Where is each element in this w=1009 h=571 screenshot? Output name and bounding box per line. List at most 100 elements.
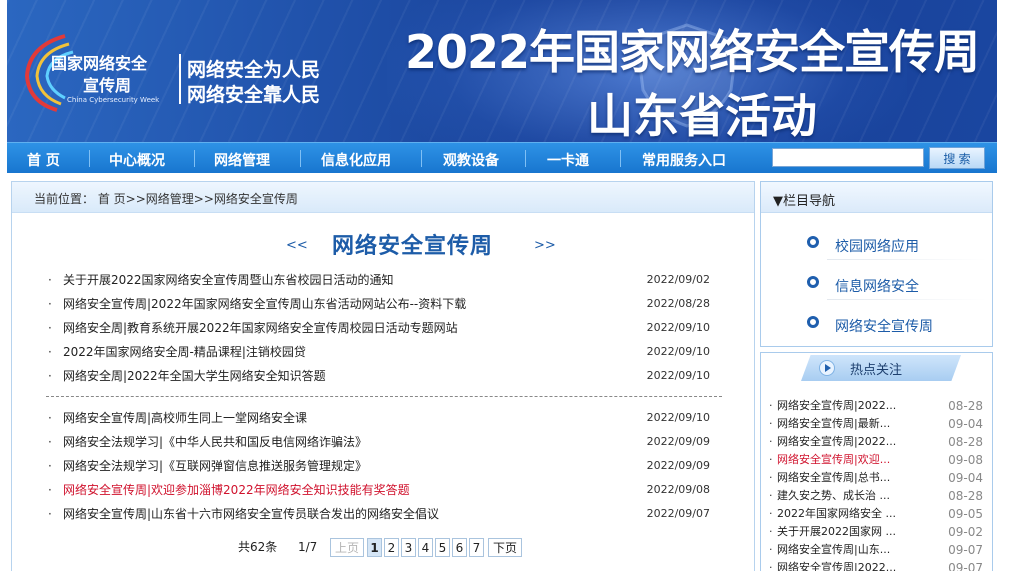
page-title: 网络安全宣传周: [332, 234, 494, 259]
hot-link[interactable]: 网络安全宣传周|总书...: [777, 469, 890, 487]
sidebar-nav-header: ▼栏目导航: [761, 182, 992, 213]
breadcrumb-bar: 当前位置： 首 页>>网络管理>>网络安全宣传周: [12, 182, 754, 213]
hot-link[interactable]: 网络安全宣传周|2022...: [777, 397, 896, 415]
news-list-bottom: · 网络安全宣传周|高校师生同上一堂网络安全课 2022/09/10 · 网络安全法规…: [48, 406, 718, 526]
search-button[interactable]: 搜 索: [929, 147, 985, 169]
news-link[interactable]: 网络安全周|教育系统开展2022年国家网络安全宣传周校园日活动专题网站: [63, 316, 458, 340]
search-input[interactable]: [772, 148, 924, 167]
list-item: · 网络安全宣传周|总书... 09-04: [769, 469, 991, 487]
hot-link[interactable]: 2022年国家网络安全 ...: [777, 505, 896, 523]
hot-link[interactable]: 网络安全宣传周|山东...: [777, 541, 890, 559]
news-link[interactable]: 网络安全法规学习|《中华人民共和国反电信网络诈骗法》: [63, 430, 367, 454]
nav-item-equipment[interactable]: 观教设备: [443, 150, 499, 170]
news-link-highlighted[interactable]: 网络安全宣传周|欢迎参加淄博2022年网络安全知识技能有奖答题: [63, 478, 410, 502]
list-divider: [46, 396, 722, 397]
pager-page-1[interactable]: 1: [367, 538, 382, 557]
pager-page-5[interactable]: 5: [435, 538, 450, 557]
pager-total: 共62条: [238, 540, 278, 554]
sidebar-nav-list: 校园网络应用 信息网络安全 网络安全宣传周: [761, 226, 992, 346]
hot-date: 09-05: [948, 507, 983, 521]
hot-link[interactable]: 网络安全宣传周|2022...: [777, 433, 896, 451]
nav-separator: [421, 150, 422, 167]
main-nav: 首 页 中心概况 网络管理 信息化应用 观教设备 一卡通 常用服务入口 搜 索: [7, 142, 997, 173]
nav-item-campus-card[interactable]: 一卡通: [547, 150, 589, 170]
pager-page-4[interactable]: 4: [418, 538, 433, 557]
bullet-dot: ·: [769, 399, 773, 412]
pager-page-3[interactable]: 3: [401, 538, 416, 557]
hot-link[interactable]: 网络安全宣传周|最新...: [777, 415, 890, 433]
bullet-dot: ·: [48, 297, 52, 311]
bullet-dot: ·: [769, 489, 773, 502]
title-right-arrows: >>: [534, 238, 556, 253]
nav-item-overview[interactable]: 中心概况: [109, 150, 165, 170]
breadcrumb-sep: >>: [125, 192, 146, 206]
hot-link[interactable]: 关于开展2022国家网 ...: [777, 523, 896, 541]
news-date: 2022/09/10: [646, 345, 710, 358]
hot-link-highlighted[interactable]: 网络安全宣传周|欢迎...: [777, 451, 890, 469]
news-link[interactable]: 关于开展2022国家网络安全宣传周暨山东省校园日活动的通知: [63, 268, 394, 292]
news-link[interactable]: 网络安全周|2022年全国大学生网络安全知识答题: [63, 364, 326, 388]
main-panel: 当前位置： 首 页>>网络管理>>网络安全宣传周 << 网络安全宣传周 >> ·…: [11, 181, 755, 571]
list-item: · 网络安全宣传周|2022... 09-07: [769, 559, 991, 571]
news-list-top: · 关于开展2022国家网络安全宣传周暨山东省校园日活动的通知 2022/09/02…: [48, 268, 718, 388]
news-link[interactable]: 网络安全宣传周|山东省十六市网络安全宣传员联合发出的网络安全倡议: [63, 502, 439, 526]
hot-date: 08-28: [948, 435, 983, 449]
nav-item-home[interactable]: 首 页: [27, 150, 60, 170]
breadcrumb-network-mgmt[interactable]: 网络管理: [146, 192, 194, 206]
item-underline: [827, 299, 987, 300]
list-item: · 网络安全宣传周|欢迎参加淄博2022年网络安全知识技能有奖答题 2022/09/…: [48, 478, 718, 502]
pager-prev-button[interactable]: 上页: [330, 538, 364, 557]
bullet-dot: ·: [48, 459, 52, 473]
list-item: · 网络安全宣传周|2022年国家网络安全宣传周山东省活动网站公布--资料下载 20…: [48, 292, 718, 316]
hot-date: 09-04: [948, 471, 983, 485]
pager-next-button[interactable]: 下页: [488, 538, 522, 557]
week-logo: 国家网络安全 宣传周 China Cybersecurity Week: [17, 18, 187, 118]
breadcrumb-home[interactable]: 首 页: [98, 192, 126, 206]
hot-date: 09-07: [948, 543, 983, 557]
sidebar-item-label[interactable]: 网络安全宣传周: [835, 316, 933, 336]
bullet-dot: ·: [769, 507, 773, 520]
nav-item-services[interactable]: 常用服务入口: [642, 150, 726, 170]
list-item: · 关于开展2022国家网 ... 09-02: [769, 523, 991, 541]
sidebar-item-security-week[interactable]: 网络安全宣传周: [761, 306, 992, 346]
hot-date: 08-28: [948, 489, 983, 503]
breadcrumb-current[interactable]: 网络安全宣传周: [214, 192, 298, 206]
nav-separator: [300, 150, 301, 167]
bullet-dot: ·: [769, 543, 773, 556]
list-item: · 网络安全宣传周|山东... 09-07: [769, 541, 991, 559]
sidebar-item-info-security[interactable]: 信息网络安全: [761, 266, 992, 306]
list-item: · 网络安全法规学习|《中华人民共和国反电信网络诈骗法》 2022/09/09: [48, 430, 718, 454]
hot-date: 08-28: [948, 399, 983, 413]
bullet-dot: ·: [769, 525, 773, 538]
breadcrumb-sep: >>: [193, 192, 214, 206]
banner-headline-1: 2022年国家网络安全宣传周: [405, 25, 980, 79]
nav-item-network-mgmt[interactable]: 网络管理: [214, 150, 270, 170]
sidebar-item-campus-network[interactable]: 校园网络应用: [761, 226, 992, 266]
logo-text-line1: 国家网络安全: [51, 54, 148, 73]
bullet-dot: ·: [48, 483, 52, 497]
bullet-dot: ·: [48, 435, 52, 449]
list-item: · 网络安全法规学习|《互联网弹窗信息推送服务管理规定》 2022/09/09: [48, 454, 718, 478]
news-link[interactable]: 网络安全法规学习|《互联网弹窗信息推送服务管理规定》: [63, 454, 367, 478]
hot-link[interactable]: 建久安之势、成长治 ...: [777, 487, 890, 505]
news-link[interactable]: 2022年国家网络安全周-精品课程|注销校园贷: [63, 340, 306, 364]
list-item: · 网络安全宣传周|欢迎... 09-08: [769, 451, 991, 469]
sidebar-column-nav: ▼栏目导航 校园网络应用 信息网络安全 网络安全宣传周: [760, 181, 993, 347]
pager-page-2[interactable]: 2: [384, 538, 399, 557]
nav-item-it-apps[interactable]: 信息化应用: [321, 150, 391, 170]
sidebar-item-label[interactable]: 信息网络安全: [835, 276, 919, 296]
list-item: · 建久安之势、成长治 ... 08-28: [769, 487, 991, 505]
pager-page-6[interactable]: 6: [452, 538, 467, 557]
hot-link[interactable]: 网络安全宣传周|2022...: [777, 559, 896, 571]
nav-separator: [89, 150, 90, 167]
play-icon: [819, 360, 835, 376]
news-link[interactable]: 网络安全宣传周|高校师生同上一堂网络安全课: [63, 406, 307, 430]
sidebar-item-label[interactable]: 校园网络应用: [835, 236, 919, 256]
news-link[interactable]: 网络安全宣传周|2022年国家网络安全宣传周山东省活动网站公布--资料下载: [63, 292, 466, 316]
pager-page-7[interactable]: 7: [469, 538, 484, 557]
bullet-dot: ·: [48, 273, 52, 287]
bullet-dot: ·: [769, 435, 773, 448]
hot-date: 09-07: [948, 561, 983, 571]
sidebar-hot-topics: 热点关注 · 网络安全宣传周|2022... 08-28 · 网络安全宣传周|最新..…: [760, 352, 993, 571]
news-date: 2022/09/07: [646, 507, 710, 520]
